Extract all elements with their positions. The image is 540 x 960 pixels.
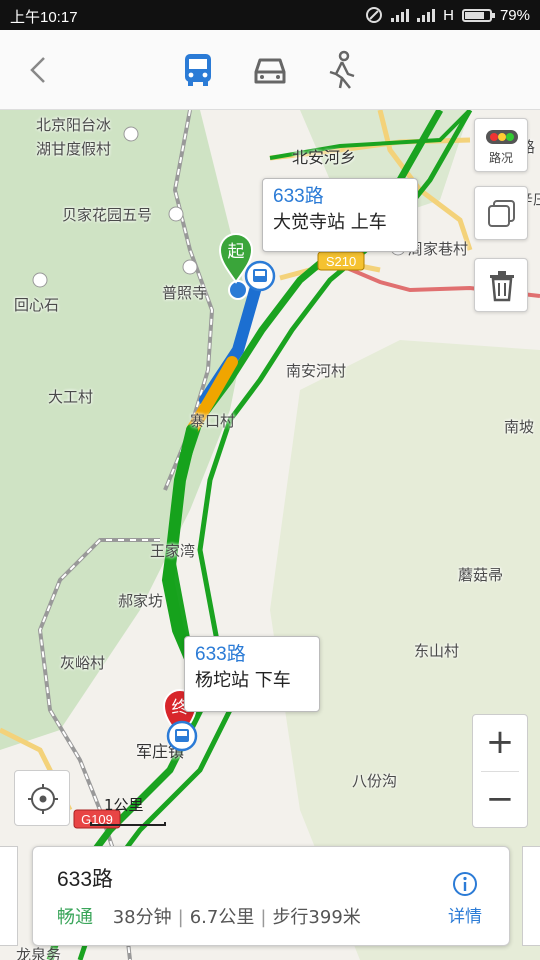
route-duration: 38分钟 bbox=[112, 907, 172, 928]
traffic-light-icon bbox=[486, 130, 518, 144]
back-button[interactable] bbox=[20, 50, 60, 90]
zoom-control: + − bbox=[472, 714, 528, 828]
place-label: 东山村 bbox=[414, 642, 460, 660]
layers-button[interactable] bbox=[474, 186, 528, 240]
details-label: 详情 bbox=[448, 907, 482, 927]
place-label: 郝家坊 bbox=[118, 592, 164, 610]
place-label: 普照寺 bbox=[162, 284, 208, 302]
status-bar: 上午10:17 H 79% bbox=[0, 0, 540, 30]
place-label: 蘑菇帚 bbox=[458, 566, 504, 584]
place-label: 南安河村 bbox=[286, 362, 347, 380]
walk-distance: 步行399米 bbox=[272, 907, 361, 928]
alighting-stop: 杨坨站 下车 bbox=[195, 670, 291, 691]
route-distance: 6.7公里 bbox=[189, 907, 255, 928]
trash-icon bbox=[490, 271, 514, 302]
place-label: 北京阳台冰 bbox=[36, 116, 112, 134]
place-label: 回心石 bbox=[14, 296, 60, 314]
zoom-out-button[interactable]: − bbox=[473, 772, 527, 829]
details-button[interactable]: 详情 bbox=[435, 871, 495, 927]
svg-text:起: 起 bbox=[228, 242, 245, 262]
place-label: 王家湾 bbox=[150, 542, 196, 560]
cast-icon bbox=[366, 7, 383, 23]
clear-button[interactable] bbox=[474, 258, 528, 312]
signal-icon-2 bbox=[417, 8, 436, 22]
boarding-route: 633路 bbox=[273, 186, 324, 207]
signal-icon bbox=[391, 8, 410, 22]
battery-percent: 79% bbox=[499, 6, 530, 24]
layers-icon bbox=[488, 200, 515, 227]
zoom-in-button[interactable]: + bbox=[473, 715, 527, 772]
next-card-peek[interactable] bbox=[522, 846, 540, 946]
top-nav bbox=[0, 30, 540, 110]
place-label: 龙泉务 bbox=[16, 946, 62, 960]
place-label: 贝家花园五号 bbox=[62, 206, 153, 224]
scale-label: 1公里 bbox=[104, 796, 144, 814]
map-view[interactable]: S210 G109 北京阳台冰 湖甘度假村 北安河乡 北清路 贝家花园五号 辛庄… bbox=[0, 110, 540, 960]
boarding-stop: 大觉寺站 上车 bbox=[273, 212, 387, 233]
bus-stop-icon[interactable] bbox=[244, 260, 276, 292]
boarding-callout[interactable]: 633路 大觉寺站 上车 bbox=[262, 178, 418, 252]
prev-card-peek[interactable] bbox=[0, 846, 18, 946]
crosshair-icon bbox=[28, 784, 58, 814]
traffic-status: 畅通 bbox=[57, 907, 93, 928]
bus-stop-icon[interactable] bbox=[166, 720, 198, 752]
status-time: 上午10:17 bbox=[10, 9, 78, 26]
bus-mode-tab[interactable] bbox=[176, 48, 220, 92]
place-label: 湖甘度假村 bbox=[36, 140, 112, 158]
alighting-route: 633路 bbox=[195, 644, 246, 665]
place-label: 八份沟 bbox=[352, 772, 398, 790]
route-title: 633路 bbox=[57, 868, 114, 891]
route-card[interactable]: 633路 畅通 38分钟 | 6.7公里 | 步行399米 详情 bbox=[32, 846, 510, 946]
traffic-button[interactable]: 路况 bbox=[474, 118, 528, 172]
info-icon bbox=[453, 872, 477, 896]
network-type: H bbox=[443, 6, 454, 24]
place-label: 大工村 bbox=[48, 388, 94, 406]
route-meta: 畅通 38分钟 | 6.7公里 | 步行399米 bbox=[57, 907, 361, 928]
scale-bar bbox=[90, 822, 166, 826]
alighting-callout[interactable]: 633路 杨坨站 下车 bbox=[184, 636, 320, 712]
battery-icon bbox=[461, 8, 495, 22]
place-label: 南坡 bbox=[504, 418, 535, 436]
car-mode-tab[interactable] bbox=[248, 48, 292, 92]
place-label: 灰峪村 bbox=[60, 654, 106, 672]
walk-mode-tab[interactable] bbox=[320, 48, 364, 92]
place-label: 寨口村 bbox=[190, 412, 236, 430]
road-shield-s210: S210 bbox=[326, 254, 356, 269]
traffic-label: 路况 bbox=[488, 151, 513, 165]
locate-button[interactable] bbox=[14, 770, 70, 826]
place-label: 北安河乡 bbox=[292, 148, 357, 167]
